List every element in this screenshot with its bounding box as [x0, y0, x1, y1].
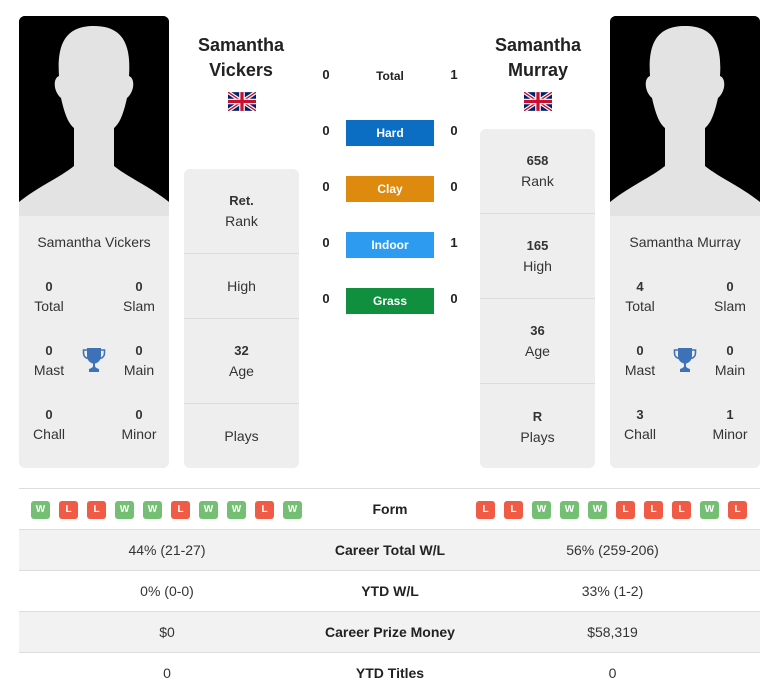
- ytd-wl-label: YTD W/L: [361, 583, 419, 599]
- table-row-ytd-titles: 0 YTD Titles 0: [19, 652, 760, 693]
- surface-grass-badge: Grass: [346, 288, 434, 314]
- player2-career-wl: 56% (259-206): [566, 542, 659, 558]
- silhouette-icon: [19, 16, 169, 216]
- player1-plays: Plays: [224, 428, 259, 444]
- player1-form-badge-win: W: [143, 501, 162, 519]
- prize-money-label: Career Prize Money: [325, 624, 455, 640]
- uk-flag-icon: [524, 92, 552, 111]
- player2-titles-chall: 3 Chall: [624, 407, 656, 442]
- player1-form-badge-loss: L: [87, 501, 106, 519]
- player1-photo: [19, 16, 169, 216]
- player1-card: Samantha Vickers 0 Total 0 Slam 0 Mast 0…: [19, 16, 169, 468]
- player2-photo: [610, 16, 760, 216]
- h2h-hard-p1: 0: [322, 123, 330, 138]
- player2-name-link[interactable]: Samantha Murray: [463, 33, 613, 83]
- player2-form-badges: LLWWWLLLWL: [476, 501, 747, 519]
- player1-full-name: Samantha Vickers: [37, 234, 151, 250]
- player2-form-badge-win: W: [532, 501, 551, 519]
- player2-plays: R Plays: [520, 408, 555, 445]
- silhouette-icon: [610, 16, 760, 216]
- player1-form-badge-loss: L: [255, 501, 274, 519]
- player1-high: High: [184, 254, 299, 319]
- player2-titles-slam: 0 Slam: [714, 279, 746, 314]
- player2-titles-total: 4 Total: [625, 279, 655, 314]
- player1-form-badge-win: W: [199, 501, 218, 519]
- h2h-total-p1: 0: [322, 67, 330, 82]
- player2-form-badge-win: W: [588, 501, 607, 519]
- uk-flag-icon: [228, 92, 256, 111]
- player1-form-badge-win: W: [31, 501, 50, 519]
- trophy-icon: [82, 348, 106, 372]
- h2h-grass-p2: 0: [450, 291, 458, 306]
- player2-titles-minor: 1 Minor: [712, 407, 748, 442]
- player2-form-badge-loss: L: [476, 501, 495, 519]
- player1-form-badges: WLLWWLWWLW: [31, 501, 302, 519]
- player1-titles-mast: 0 Mast: [33, 343, 65, 378]
- player1-form-badge-win: W: [115, 501, 134, 519]
- surface-clay-badge: Clay: [346, 176, 434, 202]
- surface-indoor-badge: Indoor: [346, 232, 434, 258]
- player2-high: 165 High: [480, 214, 595, 299]
- player1-titles-minor: 0 Minor: [121, 407, 157, 442]
- player1-ytd-wl: 0% (0-0): [140, 583, 194, 599]
- player1-career-wl: 44% (21-27): [128, 542, 206, 558]
- player1-info-box: Ret. Rank High 32 Age Plays: [184, 169, 299, 468]
- player2-rank: 658 Rank: [480, 129, 595, 214]
- h2h-total-label: Total: [376, 69, 404, 83]
- h2h-indoor-p2: 1: [450, 235, 458, 250]
- form-label: Form: [372, 501, 408, 517]
- player2-card: Samantha Murray 4 Total 0 Slam 0 Mast 0 …: [610, 16, 760, 468]
- h2h-total-p2: 1: [450, 67, 458, 82]
- player1-age: 32 Age: [184, 319, 299, 404]
- player2-info-box: 658 Rank 165 High 36 Age R Plays: [480, 129, 595, 468]
- h2h-grass-p1: 0: [322, 291, 330, 306]
- form-row: WLLWWLWWLW Form LLWWWLLLWL: [19, 488, 760, 529]
- h2h-indoor-p1: 0: [322, 235, 330, 250]
- player1-ytd-titles: 0: [163, 665, 171, 681]
- player2-ytd-wl: 33% (1-2): [581, 583, 644, 599]
- table-row-ytd-wl: 0% (0-0) YTD W/L 33% (1-2): [19, 570, 760, 611]
- player2-titles-main: 0 Main: [714, 343, 746, 378]
- player1-titles-main: 0 Main: [123, 343, 155, 378]
- player1-prize-money: $0: [159, 624, 175, 640]
- player2-titles-mast: 0 Mast: [624, 343, 656, 378]
- player1-form-badge-loss: L: [171, 501, 190, 519]
- player2-full-name: Samantha Murray: [629, 234, 741, 250]
- h2h-clay-p2: 0: [450, 179, 458, 194]
- table-row-prize-money: $0 Career Prize Money $58,319: [19, 611, 760, 652]
- h2h-clay-p1: 0: [322, 179, 330, 194]
- player2-form-badge-loss: L: [616, 501, 635, 519]
- career-wl-label: Career Total W/L: [334, 542, 446, 558]
- player2-form-badge-loss: L: [672, 501, 691, 519]
- trophy-icon: [673, 348, 697, 372]
- player1-form-badge-win: W: [227, 501, 246, 519]
- player1-titles-slam: 0 Slam: [123, 279, 155, 314]
- player2-form-badge-loss: L: [644, 501, 663, 519]
- h2h-hard-p2: 0: [450, 123, 458, 138]
- player2-prize-money: $58,319: [587, 624, 638, 640]
- surface-hard-badge: Hard: [346, 120, 434, 146]
- table-row-career-wl: 44% (21-27) Career Total W/L 56% (259-20…: [19, 529, 760, 570]
- ytd-titles-label: YTD Titles: [355, 665, 425, 681]
- player1-titles-total: 0 Total: [34, 279, 64, 314]
- player2-age: 36 Age: [480, 299, 595, 384]
- player1-name-link[interactable]: Samantha Vickers: [166, 33, 316, 83]
- player2-form-badge-loss: L: [504, 501, 523, 519]
- player1-titles-chall: 0 Chall: [33, 407, 65, 442]
- player1-rank: Ret. Rank: [184, 169, 299, 254]
- player2-form-badge-loss: L: [728, 501, 747, 519]
- player1-form-badge-win: W: [283, 501, 302, 519]
- player2-ytd-titles: 0: [608, 665, 617, 681]
- player1-form-badge-loss: L: [59, 501, 78, 519]
- player2-form-badge-win: W: [700, 501, 719, 519]
- player2-form-badge-win: W: [560, 501, 579, 519]
